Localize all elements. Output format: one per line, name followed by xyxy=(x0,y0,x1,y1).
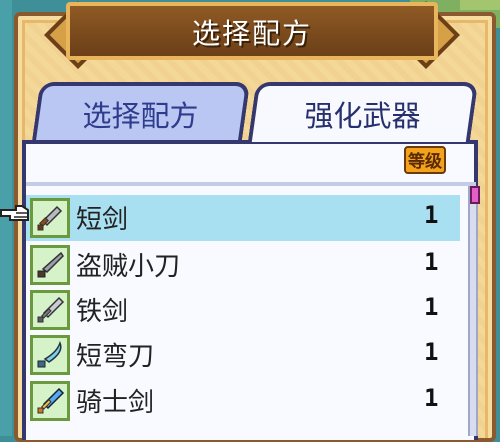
pointing-hand-cursor-icon xyxy=(0,202,30,224)
title-banner: 选择配方 xyxy=(44,1,460,69)
scimitar-icon xyxy=(30,335,70,375)
weapon-level: 1 xyxy=(424,384,439,412)
scrollbar-track[interactable] xyxy=(468,186,478,436)
weapon-level: 1 xyxy=(424,201,439,229)
weapon-name: 短弯刀 xyxy=(76,342,155,372)
knight-sword-icon xyxy=(30,381,70,421)
tab-upgrade-weapon[interactable]: 强化武器 xyxy=(247,82,479,142)
weapon-row-scimitar[interactable]: 短弯刀 1 xyxy=(26,332,460,378)
background-grass-light xyxy=(460,0,500,10)
weapon-name: 盗贼小刀 xyxy=(76,252,181,282)
level-column-header: 等级 xyxy=(404,146,446,174)
weapon-row-knight-sword[interactable]: 骑士剑 1 xyxy=(26,378,460,424)
weapon-name: 铁剑 xyxy=(76,297,129,327)
tab-select-recipe[interactable]: 选择配方 xyxy=(31,82,251,142)
weapon-row-iron-sword[interactable]: 铁剑 1 xyxy=(26,287,460,333)
weapon-row-short-sword[interactable]: 短剑 1 xyxy=(26,195,460,241)
header-divider xyxy=(26,182,476,186)
weapon-name: 短剑 xyxy=(76,205,129,235)
scrollbar-thumb[interactable] xyxy=(470,186,480,204)
weapon-name: 骑士剑 xyxy=(76,388,155,418)
window-title: 选择配方 xyxy=(191,17,312,50)
tab-select-recipe-label: 选择配方 xyxy=(82,99,199,133)
tab-upgrade-weapon-label: 强化武器 xyxy=(304,99,421,133)
weapon-row-thief-knife[interactable]: 盗贼小刀 1 xyxy=(26,242,460,288)
short-sword-icon xyxy=(30,198,70,238)
iron-sword-icon xyxy=(30,290,70,330)
thief-knife-icon xyxy=(30,245,70,285)
weapon-level: 1 xyxy=(424,293,439,321)
weapon-level: 1 xyxy=(424,248,439,276)
weapon-level: 1 xyxy=(424,338,439,366)
